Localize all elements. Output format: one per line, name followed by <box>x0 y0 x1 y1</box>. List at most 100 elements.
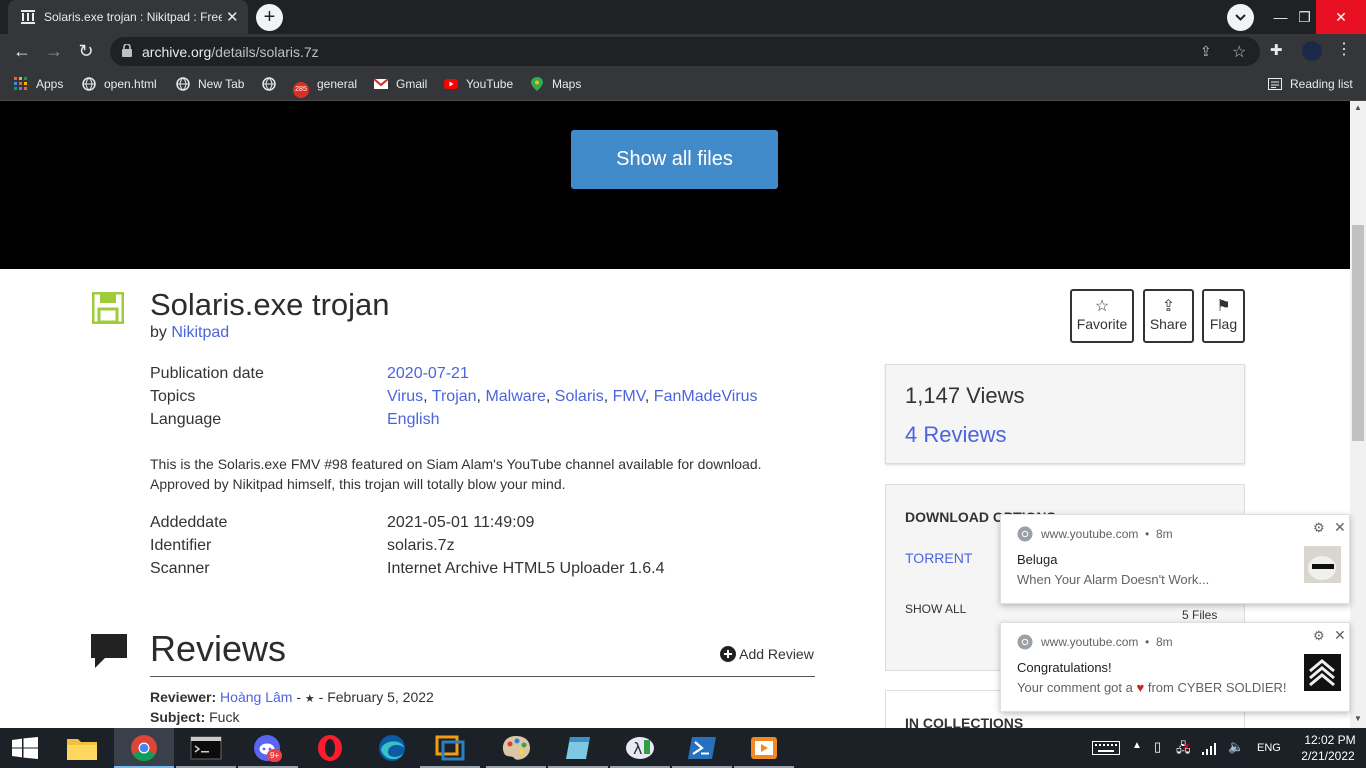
bookmark-unnamed[interactable] <box>262 77 284 91</box>
gear-icon[interactable]: ⚙ <box>1313 628 1325 644</box>
reload-button[interactable]: ↻ <box>75 40 97 62</box>
bookmark-maps[interactable]: Maps <box>530 77 581 91</box>
taskbar-notepad[interactable] <box>548 728 608 768</box>
taskbar-chrome[interactable] <box>114 728 174 768</box>
opera-icon <box>318 735 342 761</box>
torrent-link[interactable]: TORRENT <box>905 550 972 566</box>
notification-title: Beluga <box>1017 552 1058 567</box>
scroll-up-icon[interactable]: ▲ <box>1354 103 1362 112</box>
publication-date-link[interactable]: 2020-07-21 <box>387 365 469 383</box>
taskbar-edge[interactable] <box>362 728 422 768</box>
taskbar-media-player[interactable] <box>734 728 794 768</box>
back-button[interactable]: ← <box>11 40 33 62</box>
topic-link[interactable]: Trojan <box>432 388 477 405</box>
bookmark-star-icon[interactable]: ☆ <box>1232 42 1246 62</box>
topic-link[interactable]: Solaris <box>555 388 604 405</box>
forward-button[interactable]: → <box>43 40 65 62</box>
edge-icon <box>379 735 405 761</box>
taskbar-app-lambda[interactable]: λ <box>610 728 670 768</box>
meta-key: Topics <box>150 388 196 405</box>
gear-icon[interactable]: ⚙ <box>1313 520 1325 536</box>
close-icon[interactable]: ✕ <box>1334 627 1346 644</box>
extensions-puzzle-icon[interactable]: ✚ <box>1270 41 1283 59</box>
topic-link[interactable]: FMV <box>613 388 645 405</box>
bookmark-youtube[interactable]: YouTube <box>444 77 513 91</box>
bookmark-apps[interactable]: Apps <box>14 77 63 91</box>
keyboard-icon[interactable] <box>1092 741 1120 755</box>
tab-close-icon[interactable]: ✕ <box>226 8 239 26</box>
flag-button[interactable]: ⚑ Flag <box>1202 289 1245 343</box>
bookmark-open-html[interactable]: open.html <box>82 77 157 91</box>
topic-link[interactable]: FanMadeVirus <box>654 388 758 405</box>
tab-search-button[interactable] <box>1227 4 1254 31</box>
profile-avatar[interactable] <box>1302 41 1322 61</box>
theater-banner: Show all files <box>0 101 1350 269</box>
discord-badge: 9+ <box>267 749 283 762</box>
reviewer-link[interactable]: Hoàng Lâm <box>220 689 292 705</box>
taskbar-file-explorer[interactable] <box>52 728 112 768</box>
device-icon[interactable]: ▯ <box>1154 739 1161 755</box>
show-all-files-button[interactable]: Show all files <box>571 130 778 189</box>
favorite-label: Favorite <box>1076 316 1128 332</box>
network-disconnected-icon[interactable]: 🖧 ✕ <box>1176 739 1191 761</box>
taskbar-discord[interactable]: 9+ <box>238 728 298 768</box>
reviews-heading: Reviews <box>150 628 287 669</box>
show-all-link[interactable]: SHOW ALL <box>905 602 966 616</box>
notification-card[interactable]: www.youtube.com • 8m ⚙ ✕ Congratulations… <box>1000 622 1350 712</box>
review-date: - February 5, 2022 <box>314 689 434 705</box>
volume-icon[interactable]: 🔈 <box>1228 739 1244 755</box>
taskbar-opera[interactable] <box>300 728 360 768</box>
subject-label: Subject: <box>150 709 206 725</box>
bookmark-gmail[interactable]: Gmail <box>374 77 427 91</box>
reviews-count-link[interactable]: 4 Reviews <box>905 422 1006 448</box>
bookmarks-bar: Apps open.html New Tab 285 general Gmail … <box>0 68 1366 101</box>
folder-icon <box>67 739 97 760</box>
notification-card[interactable]: www.youtube.com • 8m ⚙ ✕ Beluga When You… <box>1000 514 1350 604</box>
url-host: archive.org <box>142 44 212 60</box>
bookmark-general[interactable]: 285 general <box>293 77 357 98</box>
chevron-up-icon[interactable]: ▲ <box>1132 740 1142 751</box>
item-description: This is the Solaris.exe FMV #98 featured… <box>150 454 790 494</box>
close-icon[interactable]: ✕ <box>1334 519 1346 536</box>
url-path: /details/solaris.7z <box>211 44 319 60</box>
collections-title: IN COLLECTIONS <box>905 715 1024 728</box>
browser-toolbar: ← → ↻ archive.org/details/solaris.7z ⇪ ☆… <box>0 34 1366 68</box>
lock-icon <box>122 43 132 60</box>
share-button[interactable]: ⇪ Share <box>1143 289 1194 343</box>
address-bar[interactable]: archive.org/details/solaris.7z ⇪ ☆ <box>110 37 1260 66</box>
share-page-icon[interactable]: ⇪ <box>1200 43 1212 60</box>
chrome-logo-icon <box>131 735 157 762</box>
window-close-button[interactable]: ✕ <box>1316 0 1366 34</box>
files-count: 5 Files <box>1182 608 1218 622</box>
bookmark-label: Apps <box>36 77 64 91</box>
wifi-signal-icon[interactable] <box>1202 741 1218 755</box>
taskbar-paint[interactable] <box>486 728 546 768</box>
topic-link[interactable]: Malware <box>485 388 545 405</box>
taskbar-virtualbox[interactable] <box>420 728 480 768</box>
vertical-scrollbar[interactable]: ▲ ▼ <box>1350 101 1366 728</box>
bookmark-new-tab[interactable]: New Tab <box>176 77 244 91</box>
meta-value: 2021-05-01 11:49:09 <box>387 514 535 531</box>
topic-link[interactable]: Virus <box>387 388 423 405</box>
start-button[interactable] <box>0 728 50 768</box>
clock-time[interactable]: 12:02 PM <box>1300 733 1360 747</box>
star-icon: ☆ <box>1094 298 1110 315</box>
browser-tab[interactable]: Solaris.exe trojan : Nikitpad : Free ✕ <box>8 0 248 34</box>
media-player-icon <box>751 737 777 759</box>
author-link[interactable]: Nikitpad <box>171 324 229 341</box>
language-link[interactable]: English <box>387 411 439 429</box>
reading-list-button[interactable]: Reading list <box>1268 77 1353 91</box>
language-indicator[interactable]: ENG <box>1257 742 1281 754</box>
taskbar-powershell[interactable] <box>672 728 732 768</box>
add-review-button[interactable]: Add Review <box>720 646 814 662</box>
new-tab-button[interactable]: + <box>256 4 283 31</box>
scroll-down-icon[interactable]: ▼ <box>1354 714 1362 723</box>
favorite-button[interactable]: ☆ Favorite <box>1070 289 1134 343</box>
globe-icon <box>176 77 190 91</box>
software-floppy-icon <box>92 292 124 324</box>
meta-value: Internet Archive HTML5 Uploader 1.6.4 <box>387 560 665 577</box>
taskbar-terminal[interactable] <box>176 728 236 768</box>
kebab-menu-icon[interactable]: ⋮ <box>1336 39 1352 59</box>
clock-date[interactable]: 2/21/2022 <box>1294 749 1362 763</box>
scroll-thumb[interactable] <box>1352 225 1364 441</box>
